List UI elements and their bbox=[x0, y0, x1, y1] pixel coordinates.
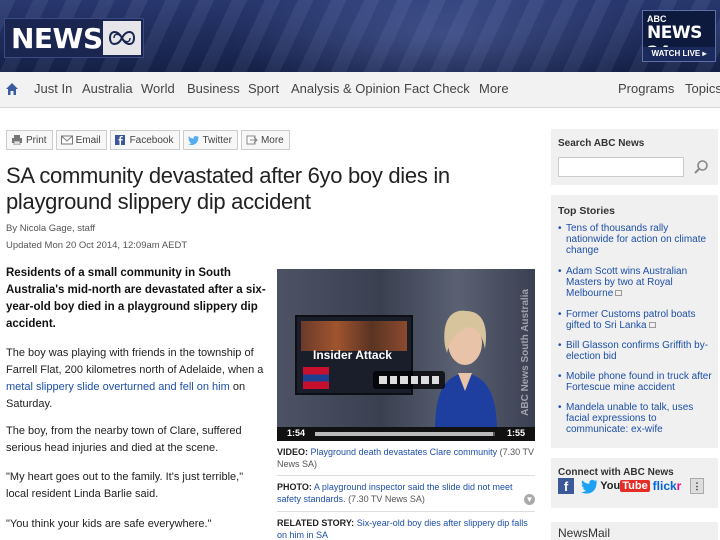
youtube-icon[interactable]: You Tube bbox=[600, 478, 650, 494]
media-video-caption: VIDEO: Playground death devastates Clare… bbox=[277, 446, 535, 470]
video-total-time: 1:55 bbox=[506, 428, 525, 438]
video-progress-bar[interactable] bbox=[315, 432, 495, 436]
twitter-icon bbox=[187, 135, 199, 145]
nav-sport[interactable]: Sport bbox=[248, 81, 279, 96]
top-stories-box: Top Stories Tens of thousands rally nati… bbox=[551, 195, 718, 448]
top-story-item[interactable]: Mandela unable to talk, uses facial expr… bbox=[558, 402, 713, 435]
twitter-label: Twitter bbox=[202, 134, 232, 146]
facebook-icon[interactable]: f bbox=[558, 478, 574, 494]
share-more-icon bbox=[246, 135, 258, 145]
top-story-item[interactable]: Bill Glasson confirms Griffith by-electi… bbox=[558, 340, 713, 362]
video-overlay-caption: Insider Attack bbox=[313, 348, 392, 362]
email-button[interactable]: Email bbox=[55, 130, 107, 150]
video-icon bbox=[615, 290, 623, 297]
more-share-button[interactable]: More bbox=[240, 130, 290, 150]
video-current-time: 1:54 bbox=[287, 428, 306, 438]
twitter-icon[interactable] bbox=[581, 478, 599, 494]
top-story-item[interactable]: Former Customs patrol boats gifted to Sr… bbox=[558, 309, 713, 331]
media-source: (7.30 TV News SA) bbox=[348, 494, 425, 504]
nav-business[interactable]: Business bbox=[187, 81, 240, 96]
video-player[interactable]: Insider Attack ABC News South Australia … bbox=[277, 269, 535, 441]
main-nav: Just In Australia World Business Sport A… bbox=[0, 72, 720, 108]
media-related-story: RELATED STORY: Six-year-old boy dies aft… bbox=[277, 517, 535, 540]
article-byline: By Nicola Gage, staff bbox=[6, 223, 96, 234]
abc-lissajous-icon bbox=[103, 21, 141, 55]
home-icon[interactable] bbox=[4, 81, 20, 97]
connect-title: Connect with ABC News bbox=[558, 467, 674, 478]
print-label: Print bbox=[26, 134, 47, 146]
article-paragraph-1: The boy was playing with friends in the … bbox=[6, 345, 268, 413]
email-icon bbox=[60, 135, 73, 145]
facebook-label: Facebook bbox=[129, 134, 174, 146]
top-stories-title: Top Stories bbox=[558, 205, 615, 217]
abc-news-logo[interactable]: NEWS bbox=[4, 18, 144, 58]
video-channel-text: ABC News South Australia bbox=[520, 289, 531, 416]
nav-world[interactable]: World bbox=[141, 81, 175, 96]
search-title: Search ABC News bbox=[558, 138, 645, 149]
social-links: f You Tube flick r ⋮ bbox=[558, 478, 704, 494]
article-paragraph-4: "You think your kids are safe everywhere… bbox=[6, 518, 212, 530]
watch-live-label: WATCH LIVE ▸ bbox=[643, 47, 715, 61]
search-input[interactable] bbox=[558, 157, 684, 177]
nav-more[interactable]: More bbox=[479, 81, 509, 96]
video-controls[interactable]: 1:54 1:55 bbox=[277, 427, 535, 441]
top-story-item[interactable]: Mobile phone found in truck after Fortes… bbox=[558, 371, 713, 393]
top-story-item[interactable]: Adam Scott wins Australian Masters by tw… bbox=[558, 266, 713, 299]
twitter-share-button[interactable]: Twitter bbox=[182, 130, 238, 150]
presenter-image bbox=[435, 310, 497, 431]
news24-watch-live[interactable]: ABC NEWS 24 WATCH LIVE ▸ bbox=[642, 10, 716, 63]
nav-topics[interactable]: Topics bbox=[685, 81, 720, 96]
video-loading-indicator bbox=[373, 371, 445, 389]
media-video-link[interactable]: Playground death devastates Clare commun… bbox=[311, 447, 498, 457]
more-social-icon[interactable]: ⋮ bbox=[690, 478, 704, 494]
site-header: NEWS ABC NEWS 24 WATCH LIVE ▸ bbox=[0, 0, 720, 72]
nav-fact-check[interactable]: Fact Check bbox=[404, 81, 470, 96]
media-label: RELATED STORY: bbox=[277, 518, 355, 528]
article-lead: Residents of a small community in South … bbox=[6, 267, 266, 330]
newsmail-title: NewsMail bbox=[558, 526, 611, 540]
top-story-item[interactable]: Tens of thousands rally nationwide for a… bbox=[558, 223, 713, 256]
share-toolbar: Print Email Facebook Twitter More bbox=[6, 130, 290, 150]
video-icon bbox=[648, 322, 656, 329]
search-icon[interactable] bbox=[693, 159, 709, 175]
search-box: Search ABC News bbox=[551, 129, 718, 185]
article-updated-timestamp: Updated Mon 20 Oct 2014, 12:09am AEDT bbox=[6, 240, 188, 251]
nav-programs[interactable]: Programs bbox=[618, 81, 674, 96]
article-paragraph-3: "My heart goes out to the family. It's j… bbox=[6, 471, 244, 500]
logo-text: NEWS bbox=[11, 21, 103, 55]
media-photo-caption: PHOTO: A playground inspector said the s… bbox=[277, 481, 535, 505]
nav-australia[interactable]: Australia bbox=[82, 81, 133, 96]
facebook-icon bbox=[114, 135, 125, 145]
more-share-label: More bbox=[260, 134, 284, 146]
chevron-down-icon[interactable]: ▼ bbox=[524, 494, 535, 505]
article-headline: SA community devastated after 6yo boy di… bbox=[6, 163, 450, 214]
article-paragraph-2: The boy, from the nearby town of Clare, … bbox=[6, 425, 242, 454]
flickr-icon[interactable]: flick r bbox=[651, 478, 683, 494]
media-label: VIDEO: bbox=[277, 447, 309, 457]
connect-box: Connect with ABC News f You Tube flick r ⋮ bbox=[551, 458, 718, 508]
nav-analysis-opinion[interactable]: Analysis & Opinion bbox=[291, 81, 400, 96]
email-label: Email bbox=[75, 134, 101, 146]
paragraph-1-text: The boy was playing with friends in the … bbox=[6, 347, 264, 376]
newsmail-box: NewsMail bbox=[551, 522, 718, 540]
media-label: PHOTO: bbox=[277, 482, 312, 492]
nav-just-in[interactable]: Just In bbox=[34, 81, 72, 96]
print-button[interactable]: Print bbox=[6, 130, 53, 150]
slide-story-link[interactable]: metal slippery slide overturned and fell… bbox=[6, 381, 230, 393]
print-icon bbox=[12, 135, 22, 145]
facebook-share-button[interactable]: Facebook bbox=[109, 130, 180, 150]
